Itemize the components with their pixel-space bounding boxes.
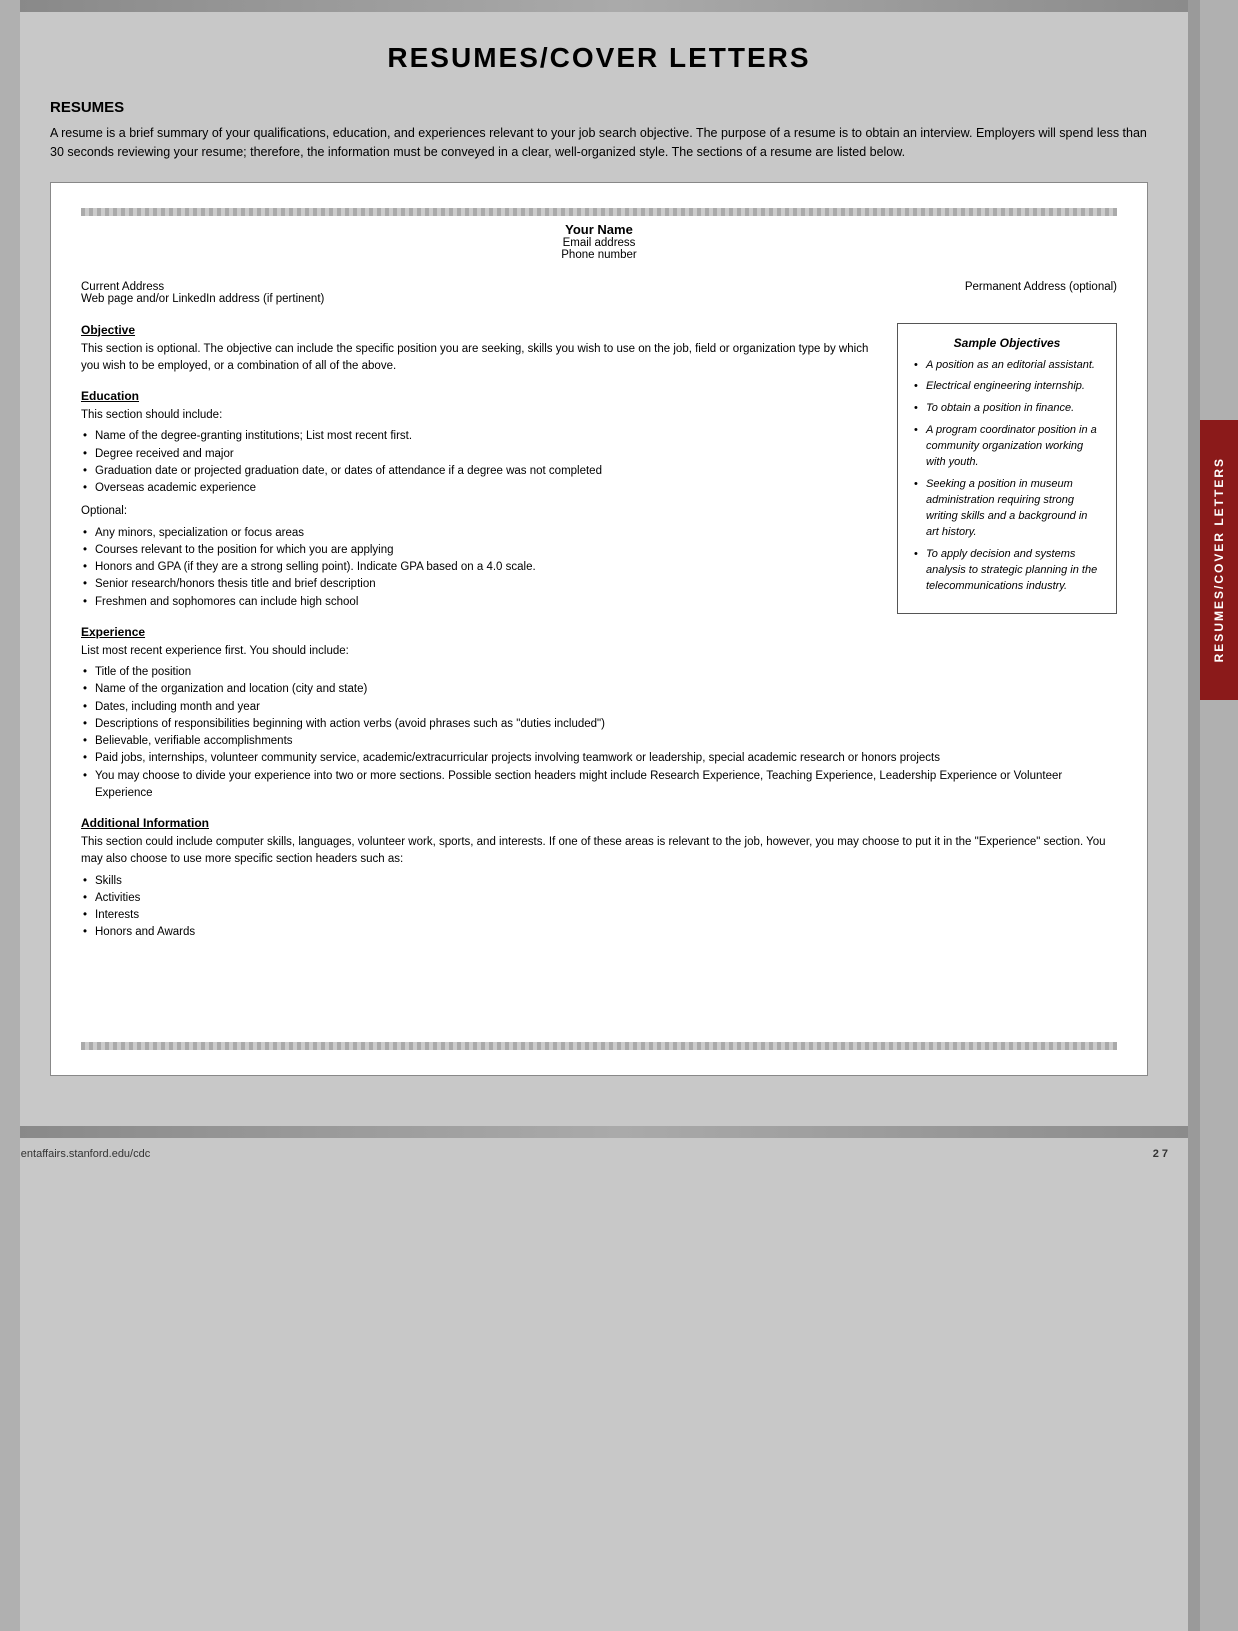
top-border [0, 0, 1238, 12]
list-item: Descriptions of responsibilities beginni… [81, 716, 1117, 733]
list-item: Paid jobs, internships, volunteer commun… [81, 750, 1117, 767]
sample-objectives-list: A position as an editorial assistant. Ele… [912, 358, 1102, 595]
list-item: Freshmen and sophomores can include high… [81, 594, 881, 611]
list-item: Interests [81, 907, 1117, 924]
current-address-label: Current Address [81, 281, 324, 293]
sample-objectives-title: Sample Objectives [912, 336, 1102, 350]
experience-title: Experience [81, 625, 1117, 639]
list-item: Dates, including month and year [81, 699, 1117, 716]
experience-intro: List most recent experience first. You s… [81, 643, 1117, 660]
spacer [81, 956, 1117, 1036]
list-item: Courses relevant to the position for whi… [81, 542, 881, 559]
page-wrapper: RESUMES/COVER LETTERS RESUMES/COVER LETT… [0, 0, 1238, 1631]
education-title: Education [81, 389, 881, 403]
resume-name: Your Name [81, 222, 1117, 237]
additional-info-text: This section could include computer skil… [81, 834, 1117, 869]
additional-info-section: Additional Information This section coul… [81, 816, 1117, 942]
list-item: Graduation date or projected graduation … [81, 463, 881, 480]
additional-info-bullets: SkillsActivitiesInterestsHonors and Awar… [81, 873, 1117, 942]
objective-col-left: Objective This section is optional. The … [81, 323, 881, 625]
footer-url: studentaffairs.stanford.edu/cdc [0, 1148, 150, 1160]
list-item: A program coordinator position in a comm… [912, 423, 1102, 471]
list-item: To obtain a position in finance. [912, 401, 1102, 417]
list-item: Degree received and major [81, 446, 881, 463]
experience-section: Experience List most recent experience f… [81, 625, 1117, 802]
main-content: RESUMES/COVER LETTERS RESUMES A resume i… [30, 12, 1168, 1126]
education-optional-label: Optional: [81, 503, 881, 520]
list-item: Name of the degree-granting institutions… [81, 428, 881, 445]
doc-top-bar [81, 208, 1117, 216]
resume-email: Email address [81, 237, 1117, 249]
bottom-border [0, 1126, 1238, 1138]
list-item: To apply decision and systems analysis t… [912, 547, 1102, 595]
sample-objectives-box: Sample Objectives A position as an edito… [897, 323, 1117, 614]
sample-objectives-col: Sample Objectives A position as an edito… [897, 323, 1117, 614]
objective-text: This section is optional. The objective … [81, 341, 881, 376]
left-border [0, 0, 20, 1631]
education-section: Education This section should include: N… [81, 389, 881, 611]
page-footer: studentaffairs.stanford.edu/cdc 2 7 [0, 1138, 1238, 1170]
page-title: RESUMES/COVER LETTERS [50, 42, 1148, 74]
side-tab-label: RESUMES/COVER LETTERS [1212, 457, 1226, 662]
list-item: A position as an editorial assistant. [912, 358, 1102, 374]
list-item: Honors and GPA (if they are a strong sel… [81, 559, 881, 576]
list-item: You may choose to divide your experience… [81, 768, 1117, 803]
document-box: Your Name Email address Phone number Cur… [50, 182, 1148, 1076]
additional-info-title: Additional Information [81, 816, 1117, 830]
footer-page: 2 7 [1153, 1148, 1168, 1160]
address-row: Current Address Web page and/or LinkedIn… [81, 281, 1117, 305]
resumes-heading: RESUMES [50, 99, 1148, 116]
objective-section: Objective This section is optional. The … [81, 323, 881, 376]
list-item: Activities [81, 890, 1117, 907]
side-tab: RESUMES/COVER LETTERS [1200, 420, 1238, 700]
doc-bottom-bar [81, 1042, 1117, 1050]
right-border-outer [1200, 0, 1238, 1631]
address-left: Current Address Web page and/or LinkedIn… [81, 281, 324, 305]
education-intro: This section should include: [81, 407, 881, 424]
list-item: Title of the position [81, 664, 1117, 681]
education-optional-bullets: Any minors, specialization or focus area… [81, 525, 881, 611]
web-address: Web page and/or LinkedIn address (if per… [81, 293, 324, 305]
objective-section-row: Objective This section is optional. The … [81, 323, 1117, 625]
resume-phone: Phone number [81, 249, 1117, 261]
list-item: Believable, verifiable accomplishments [81, 733, 1117, 750]
list-item: Any minors, specialization or focus area… [81, 525, 881, 542]
education-bullets: Name of the degree-granting institutions… [81, 428, 881, 497]
experience-bullets: Title of the positionName of the organiz… [81, 664, 1117, 802]
right-border-inner [1188, 0, 1200, 1631]
list-item: Overseas academic experience [81, 480, 881, 497]
list-item: Honors and Awards [81, 924, 1117, 941]
resume-header: Your Name Email address Phone number [81, 222, 1117, 261]
list-item: Electrical engineering internship. [912, 379, 1102, 395]
list-item: Skills [81, 873, 1117, 890]
objective-title: Objective [81, 323, 881, 337]
list-item: Seeking a position in museum administrat… [912, 477, 1102, 541]
permanent-address-label: Permanent Address (optional) [965, 281, 1117, 293]
intro-text: A resume is a brief summary of your qual… [50, 124, 1148, 162]
list-item: Name of the organization and location (c… [81, 681, 1117, 698]
address-right: Permanent Address (optional) [965, 281, 1117, 305]
list-item: Senior research/honors thesis title and … [81, 576, 881, 593]
